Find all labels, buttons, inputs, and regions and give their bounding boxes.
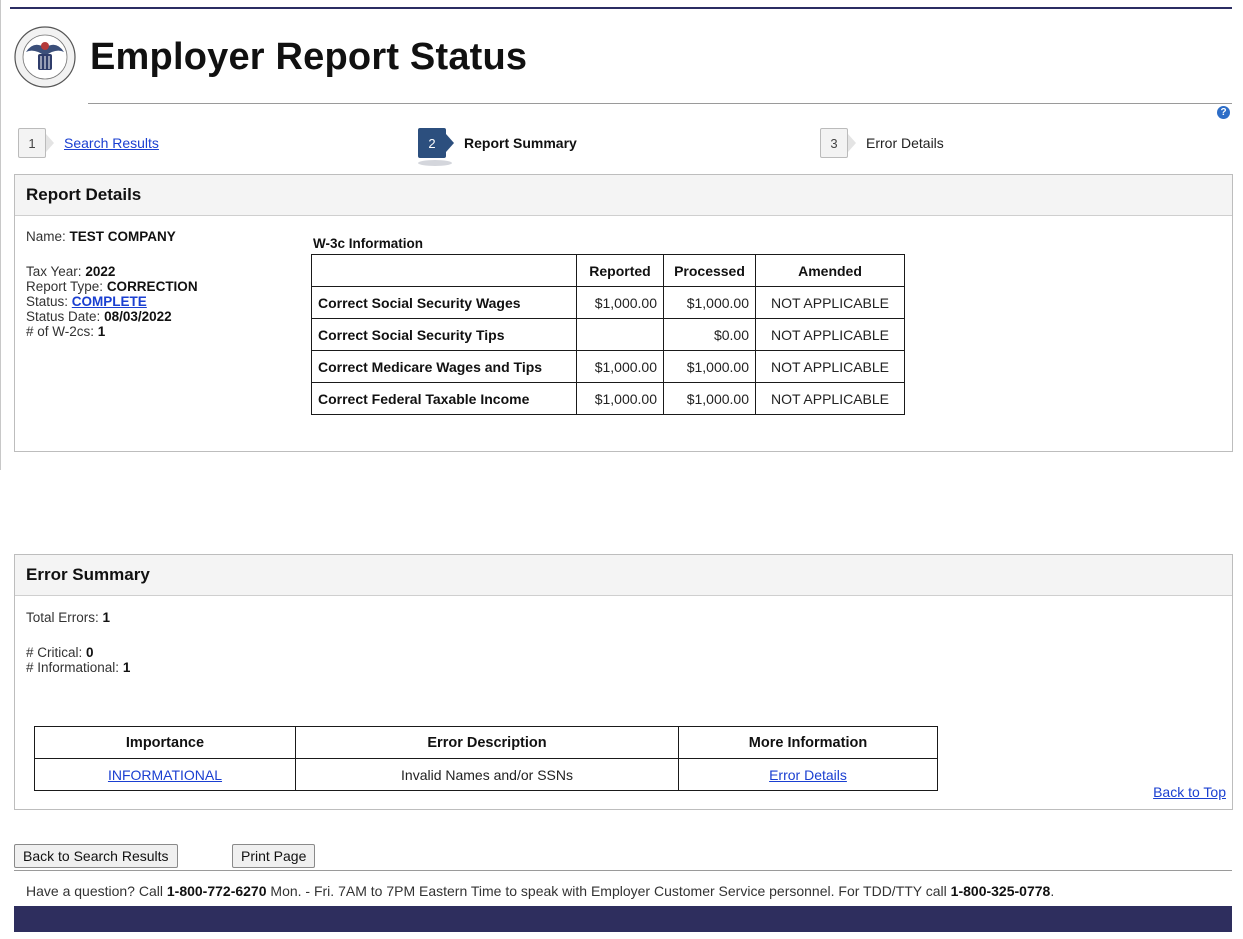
column-header: Error Description: [295, 726, 679, 759]
report-type-label: Report Type:: [26, 279, 104, 294]
error-details-link[interactable]: Error Details: [769, 767, 847, 783]
footer-text-post: .: [1050, 883, 1055, 899]
importance-cell: INFORMATIONAL: [34, 758, 296, 791]
top-rule: [10, 7, 1232, 9]
step-label-current: Report Summary: [464, 135, 577, 151]
w2cs-label: # of W-2cs:: [26, 324, 95, 339]
error-description-cell: Invalid Names and/or SSNs: [295, 758, 679, 791]
report-type: Report Type: CORRECTION: [26, 279, 198, 294]
name-label: Name:: [26, 229, 66, 244]
amended-cell: NOT APPLICABLE: [755, 382, 905, 415]
tdd-tty-phone: 1-800-325-0778: [950, 883, 1051, 899]
step-number-active: 2: [418, 128, 454, 158]
reported-cell: $1,000.00: [576, 350, 664, 383]
critical-value: 0: [86, 645, 94, 660]
header-divider: [88, 103, 1232, 104]
error-summary-table: Importance Error Description More Inform…: [34, 726, 938, 791]
column-header: Processed: [663, 254, 756, 287]
table-row: Correct Federal Taxable Income $1,000.00…: [311, 382, 905, 415]
report-details-panel: Report Details Name: TEST COMPANY Tax Ye…: [14, 174, 1233, 452]
processed-cell: $1,000.00: [663, 350, 756, 383]
informational-count: # Informational: 1: [26, 660, 130, 675]
reported-cell: [576, 318, 664, 351]
error-counts: # Critical: 0 # Informational: 1: [26, 645, 130, 675]
step-report-summary: 2 Report Summary: [418, 127, 577, 159]
more-information-cell: Error Details: [678, 758, 938, 791]
processed-cell: $1,000.00: [663, 286, 756, 319]
left-border: [0, 0, 1, 470]
step-number: 1: [18, 128, 54, 158]
w2cs-count: # of W-2cs: 1: [26, 324, 198, 339]
panel-heading: Error Summary: [15, 555, 1232, 596]
critical-label: # Critical:: [26, 645, 83, 660]
processed-cell: $1,000.00: [663, 382, 756, 415]
row-label: Correct Social Security Tips: [311, 318, 577, 351]
total-errors: Total Errors: 1: [26, 610, 110, 625]
table-row: Correct Medicare Wages and Tips $1,000.0…: [311, 350, 905, 383]
amended-cell: NOT APPLICABLE: [755, 350, 905, 383]
status-date-label: Status Date:: [26, 309, 101, 324]
tax-year-value: 2022: [85, 264, 116, 279]
step-error-details: 3 Error Details: [820, 127, 944, 159]
total-errors-label: Total Errors:: [26, 610, 99, 625]
status-date: Status Date: 08/03/2022: [26, 309, 198, 324]
column-header: [311, 254, 577, 287]
critical-count: # Critical: 0: [26, 645, 130, 660]
column-header: Reported: [576, 254, 664, 287]
status: Status: COMPLETE: [26, 294, 198, 309]
informational-label: # Informational:: [26, 660, 120, 675]
tax-year: Tax Year: 2022: [26, 264, 198, 279]
reported-cell: $1,000.00: [576, 286, 664, 319]
step-number: 3: [820, 128, 856, 158]
status-link[interactable]: COMPLETE: [72, 294, 147, 309]
amended-cell: NOT APPLICABLE: [755, 318, 905, 351]
print-page-button[interactable]: Print Page: [232, 844, 316, 868]
table-row: Correct Social Security Wages $1,000.00 …: [311, 286, 905, 319]
amended-cell: NOT APPLICABLE: [755, 286, 905, 319]
importance-link[interactable]: INFORMATIONAL: [108, 767, 222, 783]
total-errors-value: 1: [102, 610, 111, 625]
column-header: More Information: [678, 726, 938, 759]
report-meta: Tax Year: 2022 Report Type: CORRECTION S…: [26, 264, 198, 339]
informational-value: 1: [122, 660, 131, 675]
footer-divider: [14, 870, 1232, 871]
customer-service-phone: 1-800-772-6270: [166, 883, 267, 899]
back-to-search-results-button[interactable]: Back to Search Results: [14, 844, 178, 868]
error-summary-panel: Error Summary Total Errors: 1 # Critical…: [14, 554, 1233, 810]
panel-heading: Report Details: [15, 175, 1232, 216]
table-row: INFORMATIONAL Invalid Names and/or SSNs …: [34, 758, 938, 791]
active-step-indicator: [418, 160, 452, 166]
company-name: Name: TEST COMPANY: [26, 229, 176, 244]
help-icon[interactable]: ?: [1217, 106, 1230, 119]
table-header-row: Reported Processed Amended: [311, 254, 905, 287]
footer-text-pre: Have a question? Call: [26, 883, 167, 899]
page-title: Employer Report Status: [90, 35, 528, 78]
table-row: Correct Social Security Tips $0.00 NOT A…: [311, 318, 905, 351]
step-search-results: 1 Search Results: [18, 127, 159, 159]
footer-bar: [14, 906, 1232, 932]
reported-cell: $1,000.00: [576, 382, 664, 415]
column-header: Importance: [34, 726, 296, 759]
ssa-seal-logo: [14, 26, 76, 88]
table-header-row: Importance Error Description More Inform…: [34, 726, 938, 759]
footer-contact: Have a question? Call 1-800-772-6270 Mon…: [26, 883, 1054, 899]
name-value: TEST COMPANY: [69, 229, 176, 244]
row-label: Correct Medicare Wages and Tips: [311, 350, 577, 383]
w2cs-value: 1: [97, 324, 106, 339]
page-header: Employer Report Status: [14, 22, 527, 92]
status-date-value: 08/03/2022: [104, 309, 172, 324]
back-to-top-link[interactable]: Back to Top: [1153, 784, 1226, 800]
footer-text-mid: Mon. - Fri. 7AM to 7PM Eastern Time to s…: [266, 883, 951, 899]
column-header: Amended: [755, 254, 905, 287]
w3c-table: Reported Processed Amended Correct Socia…: [311, 254, 905, 415]
search-results-link[interactable]: Search Results: [64, 135, 159, 151]
report-type-value: CORRECTION: [106, 279, 198, 294]
status-label: Status:: [26, 294, 69, 309]
tax-year-label: Tax Year:: [26, 264, 82, 279]
w3c-title: W-3c Information: [313, 236, 423, 251]
processed-cell: $0.00: [663, 318, 756, 351]
row-label: Correct Federal Taxable Income: [311, 382, 577, 415]
step-label: Error Details: [866, 135, 944, 151]
row-label: Correct Social Security Wages: [311, 286, 577, 319]
